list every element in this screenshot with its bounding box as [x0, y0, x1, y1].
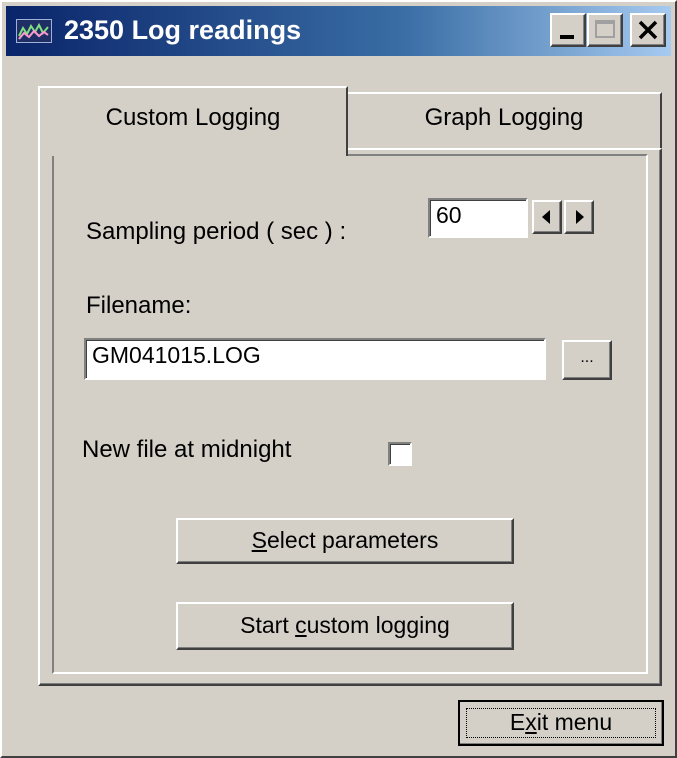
new-file-at-midnight-checkbox[interactable]: [388, 442, 412, 466]
arrow-left-icon: [542, 210, 550, 224]
custom-logging-panel: Sampling period ( sec ) : 60 Filename: G…: [38, 148, 662, 686]
app-graph-icon[interactable]: [16, 19, 52, 43]
tab-custom-logging[interactable]: Custom Logging: [38, 86, 348, 156]
browse-button-label: ...: [580, 349, 594, 366]
tab-graph-logging-label: Graph Logging: [424, 104, 584, 131]
exit-menu-button[interactable]: Exit menu: [458, 700, 664, 746]
sampling-period-input[interactable]: 60: [428, 198, 528, 238]
tab-custom-logging-label: Custom Logging: [105, 104, 281, 131]
minimize-icon: [560, 35, 574, 39]
filename-label: Filename:: [86, 292, 192, 319]
app-window: 2350 Log readings Custom Logging Graph L…: [0, 0, 677, 758]
close-icon: [638, 20, 658, 40]
maximize-button[interactable]: [587, 13, 623, 47]
arrow-right-icon: [576, 210, 584, 224]
close-button[interactable]: [630, 13, 666, 47]
new-file-at-midnight-label: New file at midnight: [82, 436, 292, 463]
sampling-period-label: Sampling period ( sec ) :: [86, 218, 347, 245]
window-title: 2350 Log readings: [64, 15, 302, 45]
focus-rectangle: [466, 708, 656, 738]
sampling-decrease-button[interactable]: [532, 200, 562, 234]
start-custom-logging-button[interactable]: Start custom logging: [176, 602, 514, 650]
minimize-button[interactable]: [550, 13, 586, 47]
browse-button[interactable]: ...: [562, 340, 612, 380]
filename-input[interactable]: GM041015.LOG: [84, 338, 546, 380]
start-custom-logging-label: Start custom logging: [240, 612, 450, 638]
maximize-icon: [595, 20, 615, 38]
filename-value: GM041015.LOG: [92, 342, 261, 368]
sampling-period-value: 60: [436, 202, 462, 228]
select-parameters-label: Select parameters: [251, 527, 439, 553]
sampling-increase-button[interactable]: [564, 200, 594, 234]
tab-graph-logging[interactable]: Graph Logging: [348, 92, 662, 148]
title-bar[interactable]: 2350 Log readings: [6, 6, 671, 56]
select-parameters-button[interactable]: Select parameters: [176, 518, 514, 564]
custom-logging-group: Sampling period ( sec ) : 60 Filename: G…: [52, 154, 648, 674]
